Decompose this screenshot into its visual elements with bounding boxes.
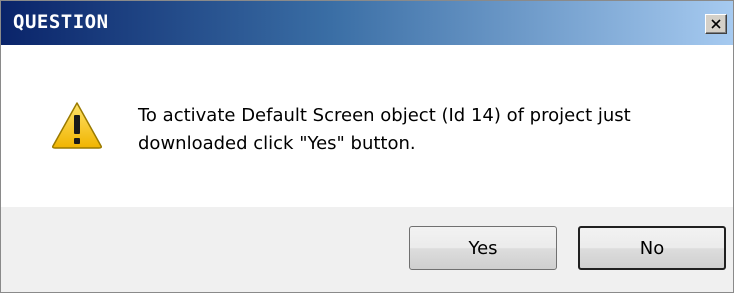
- dialog-body: To activate Default Screen object (Id 14…: [1, 45, 733, 207]
- warning-icon: [52, 102, 102, 149]
- question-dialog: QUESTION To activate Default Screen obje…: [0, 0, 734, 293]
- yes-button[interactable]: Yes: [409, 226, 557, 270]
- title-bar[interactable]: QUESTION: [1, 1, 733, 45]
- no-button[interactable]: No: [578, 226, 726, 270]
- close-button[interactable]: [705, 14, 727, 34]
- close-icon: [711, 19, 721, 29]
- dialog-message: To activate Default Screen object (Id 14…: [138, 105, 631, 154]
- dialog-title: QUESTION: [13, 11, 109, 33]
